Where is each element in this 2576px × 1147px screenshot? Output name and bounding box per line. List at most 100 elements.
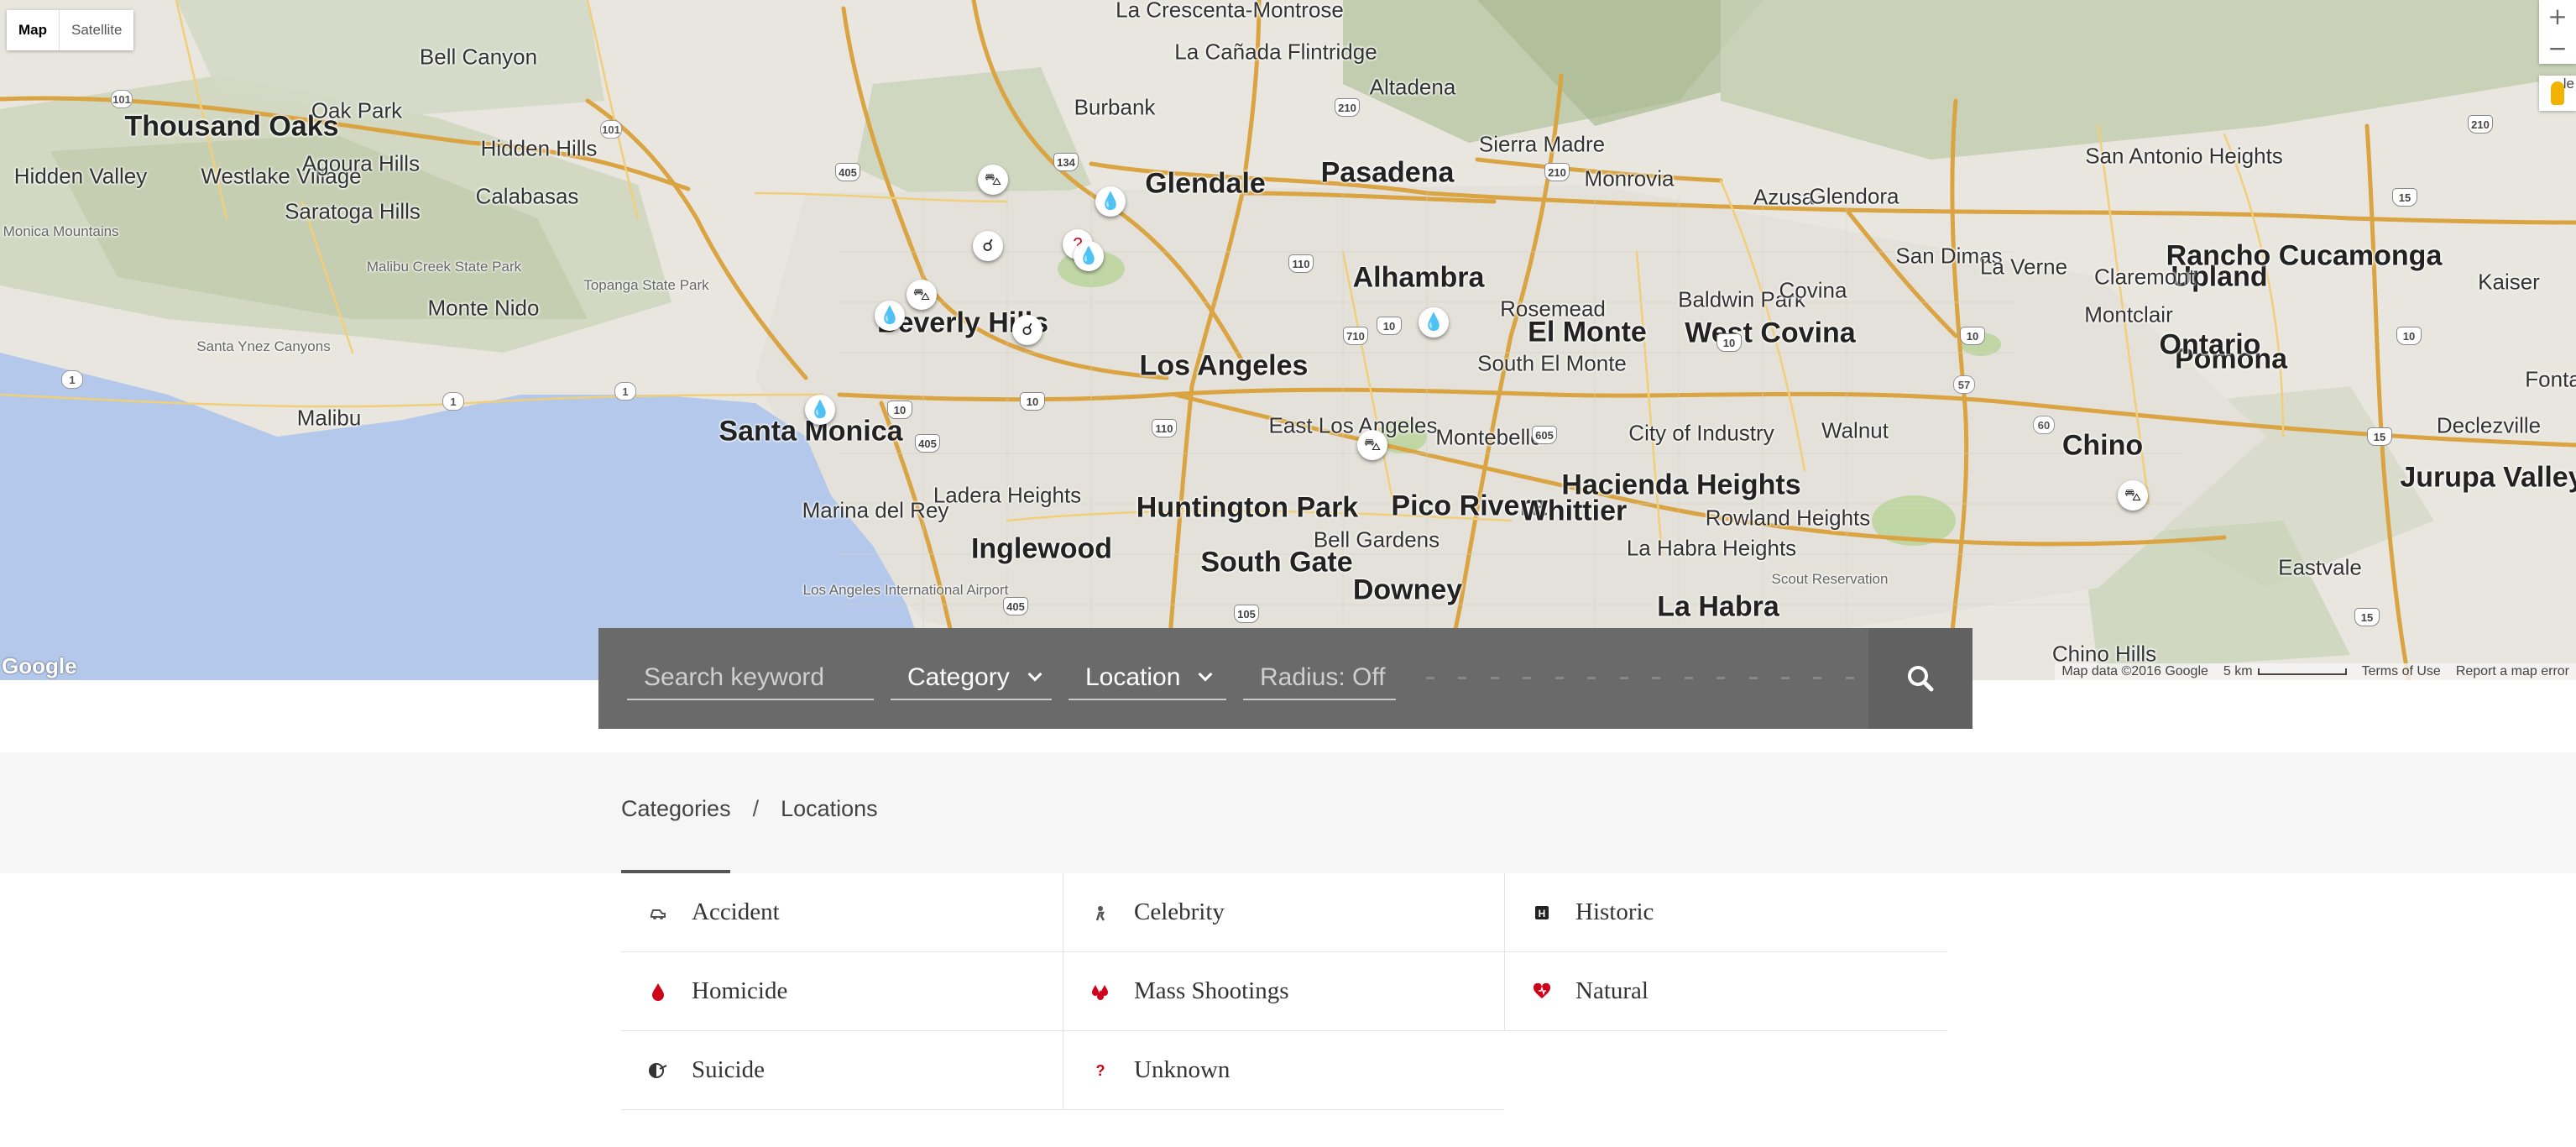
radius-label: Radius: Off — [1260, 663, 1386, 691]
heart-icon — [1530, 980, 1554, 1003]
place-label: Ladera Heights — [933, 482, 1082, 508]
homicide-marker[interactable]: 💧 — [1074, 241, 1104, 271]
category-dropdown-label: Category — [907, 663, 1010, 691]
place-label: Huntington Park — [1136, 491, 1359, 524]
tab-categories[interactable]: Categories — [621, 796, 731, 822]
place-label: Santa Ynez Canyons — [196, 338, 331, 354]
route-shield: 10 — [887, 401, 912, 419]
blood-drop-icon — [646, 980, 670, 1003]
place-label: Los Angeles — [1139, 349, 1309, 382]
place-label: Glendale — [1145, 167, 1266, 200]
route-shield: 101 — [111, 90, 133, 108]
location-dropdown[interactable]: Location — [1069, 657, 1226, 700]
route-shield: 10 — [1020, 392, 1045, 411]
route-shield: 405 — [915, 434, 940, 453]
search-button[interactable] — [1868, 628, 1972, 729]
place-label: Calabasas — [475, 183, 579, 209]
map-data-credit: Map data ©2016 Google — [2061, 664, 2208, 678]
homicide-marker[interactable]: 💧 — [875, 301, 905, 331]
incident-marker[interactable]: ⛍ — [978, 165, 1008, 195]
route-shield: 10 — [1960, 327, 1985, 345]
category-label: Historic — [1575, 898, 1654, 925]
zoom-out-button[interactable]: − — [2539, 32, 2576, 64]
place-label: Whittier — [1520, 495, 1628, 527]
category-dropdown[interactable]: Category — [891, 657, 1052, 700]
place-label: Claremont — [2094, 264, 2195, 290]
category-item-unknown[interactable]: ? Unknown — [1063, 1031, 1504, 1110]
homicide-marker[interactable]: 💧 — [1419, 307, 1449, 338]
route-shield: 1 — [442, 392, 464, 411]
map-type-control: Map Satellite — [7, 10, 134, 50]
map[interactable]: La Crescenta-Montrose La Cañada Flintridg… — [0, 0, 2576, 680]
route-shield: 15 — [2392, 188, 2417, 207]
google-logo: Google — [2, 653, 77, 678]
place-label: Santa Monica Mountains — [0, 223, 119, 239]
category-item-homicide[interactable]: Homicide — [621, 952, 1063, 1031]
place-label: Sierra Madre — [1478, 131, 1606, 157]
scale-bar[interactable]: 5 km — [2223, 664, 2347, 679]
route-shield: 605 — [1532, 426, 1557, 444]
place-label: La Cañada Flintridge — [1174, 39, 1377, 65]
search-keyword-input[interactable]: Search keyword — [627, 657, 874, 700]
category-label: Suicide — [692, 1056, 765, 1083]
category-item-historic[interactable]: H Historic — [1504, 873, 1947, 952]
map-type-satellite-button[interactable]: Satellite — [59, 10, 134, 50]
place-label: San Antonio Heights — [2085, 143, 2283, 169]
route-shield: 110 — [1288, 254, 1314, 273]
map-type-map-button[interactable]: Map — [7, 10, 59, 50]
question-mark-icon: ? — [1089, 1059, 1112, 1082]
place-label: Ontario — [2159, 328, 2261, 361]
place-label: Oak Park — [311, 97, 403, 123]
place-label: Monte Nido — [427, 295, 540, 321]
category-label: Accident — [692, 898, 780, 925]
homicide-marker[interactable]: 💧 — [1095, 186, 1126, 217]
category-item-accident[interactable]: Accident — [621, 873, 1063, 952]
route-shield: 60 — [2033, 416, 2055, 434]
place-label: La Verne — [1979, 254, 2068, 280]
category-label: Mass Shootings — [1134, 977, 1289, 1004]
incident-marker[interactable]: ⛍ — [1357, 430, 1387, 460]
svg-text:H: H — [1539, 908, 1546, 919]
category-label: Natural — [1575, 977, 1649, 1004]
category-item-mass-shootings[interactable]: Mass Shootings — [1063, 952, 1504, 1031]
location-dropdown-label: Location — [1085, 663, 1181, 691]
place-label: Rowland Heights — [1705, 505, 1871, 531]
place-label: West Covina — [1685, 317, 1856, 349]
chevron-down-icon — [1198, 667, 1213, 682]
homicide-marker[interactable]: 💧 — [805, 395, 835, 425]
place-label: Los Angeles International Airport — [802, 582, 1009, 598]
place-label: Kaiser — [2478, 269, 2540, 295]
tab-locations[interactable]: Locations — [781, 796, 878, 822]
terms-of-use-link[interactable]: Terms of Use — [2362, 664, 2441, 679]
browse-tabs-band: Categories / Locations — [0, 752, 2576, 873]
category-item-natural[interactable]: Natural — [1504, 952, 1947, 1031]
place-label: Alhambra — [1352, 261, 1485, 294]
zoom-in-button[interactable]: + — [2539, 0, 2576, 32]
place-label: Rancho Cucamonga — [2166, 239, 2443, 272]
place-label: Chino — [2061, 429, 2144, 462]
chevron-down-icon — [1027, 667, 1042, 682]
place-label: Marina del Rey — [802, 497, 949, 523]
category-label: Unknown — [1134, 1056, 1231, 1083]
category-item-celebrity[interactable]: Celebrity — [1063, 873, 1504, 952]
route-shield: 210 — [2468, 115, 2493, 134]
route-shield: 10 — [2396, 327, 2422, 345]
search-bar: Search keyword Category Location Radius:… — [598, 628, 1972, 729]
place-label: Scout Reservation — [1771, 571, 1889, 587]
incident-marker[interactable]: ⛍ — [2118, 480, 2148, 511]
route-shield: 10 — [1377, 317, 1402, 335]
incident-marker[interactable]: ☌ — [1012, 315, 1042, 345]
place-label: La Habra — [1657, 590, 1779, 623]
route-shield: 15 — [2367, 427, 2392, 446]
incident-marker[interactable]: ⛍ — [907, 280, 937, 310]
report-map-error-link[interactable]: Report a map error — [2456, 664, 2569, 679]
incident-marker[interactable]: ☌ — [973, 231, 1003, 261]
radius-slider[interactable] — [1426, 677, 1854, 680]
pegman-icon — [2551, 81, 2564, 105]
suicide-icon — [646, 1059, 670, 1082]
category-item-suicide[interactable]: Suicide — [621, 1031, 1063, 1110]
browse-tabs: Categories / Locations — [621, 796, 878, 822]
category-label: Celebrity — [1134, 898, 1225, 925]
place-label: El Monte — [1528, 316, 1647, 348]
place-label: Walnut — [1821, 417, 1889, 443]
